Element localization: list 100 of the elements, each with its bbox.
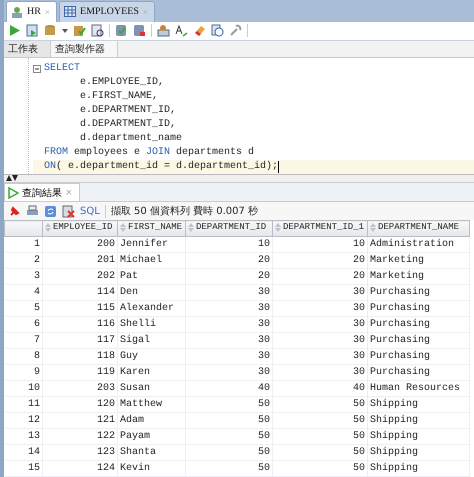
code-line: d.DEPARTMENT_ID, (79, 118, 178, 132)
row-number: 6 (4, 316, 42, 332)
table-cell: 50 (186, 460, 272, 476)
table-cell: Adam (118, 412, 186, 428)
table-cell: Payam (118, 428, 186, 444)
table-cell: Shanta (118, 444, 186, 460)
caret-icon[interactable] (62, 28, 68, 33)
pin-icon[interactable] (8, 204, 21, 218)
table-cell: 10 (272, 236, 368, 252)
table-cell: Guy (118, 348, 186, 364)
editor-tab[interactable]: HR × (6, 0, 57, 22)
tab-label: HR (27, 6, 41, 18)
user-grid-icon[interactable] (157, 24, 170, 38)
database-check-icon[interactable] (115, 24, 128, 38)
table-cell: 30 (186, 332, 272, 348)
table-cell: 20 (186, 252, 272, 268)
sort-icon (370, 222, 376, 232)
row-number: 14 (4, 444, 42, 460)
table-cell: Administration (368, 236, 470, 252)
table-cell: Shipping (368, 396, 470, 412)
table-cell: 121 (42, 412, 118, 428)
table-icon (64, 6, 76, 18)
table-cell: Purchasing (368, 316, 470, 332)
text-cursor (278, 160, 280, 173)
table-cell: 40 (272, 380, 368, 396)
database-icon[interactable] (44, 24, 57, 38)
printer-icon[interactable] (26, 204, 39, 218)
code-line: SELECT (33, 62, 474, 76)
sort-icon (275, 222, 281, 232)
table-cell: Human Resources (368, 380, 470, 396)
sql-link[interactable]: SQL (80, 206, 100, 216)
document-search-icon[interactable] (91, 24, 104, 38)
row-number: 10 (4, 380, 42, 396)
column-header[interactable]: DEPARTMENT_ID_1 (272, 220, 368, 236)
splitter-arrows-icon[interactable] (6, 175, 18, 182)
table-cell: Jennifer (118, 236, 186, 252)
wrench-icon[interactable] (229, 24, 242, 38)
corner-header (4, 220, 42, 236)
table-cell: Sigal (118, 332, 186, 348)
eraser-icon[interactable] (193, 24, 206, 38)
table-cell: Kevin (118, 460, 186, 476)
column-header[interactable]: FIRST_NAME (118, 220, 186, 236)
table-cell: Marketing (368, 252, 470, 268)
table-cell: 50 (272, 396, 368, 412)
column-header[interactable]: DEPARTMENT_ID (186, 220, 272, 236)
table-cell: 30 (272, 284, 368, 300)
editor-tab[interactable]: EMPLOYEES × (58, 0, 155, 22)
table-cell: Marketing (368, 268, 470, 284)
table-cell: 122 (42, 428, 118, 444)
column-header[interactable]: EMPLOYEE_ID (42, 220, 118, 236)
database-commit-icon[interactable] (73, 24, 86, 38)
table-cell: 30 (272, 348, 368, 364)
fetch-status: 擷取 50 個資料列 費時 0.007 秒 (110, 204, 258, 218)
script-icon[interactable] (26, 24, 39, 38)
table-cell: 30 (186, 316, 272, 332)
table-cell: Shipping (368, 460, 470, 476)
table-cell: Matthew (118, 396, 186, 412)
table-cell: 30 (186, 300, 272, 316)
code-line: d.department_name (79, 132, 184, 146)
table-cell: 50 (272, 444, 368, 460)
column-header[interactable]: DEPARTMENT_NAME (368, 220, 470, 236)
table-cell: Purchasing (368, 364, 470, 380)
table-cell: 20 (272, 268, 368, 284)
run-icon (8, 186, 19, 198)
table-cell: 50 (272, 412, 368, 428)
table-cell: 30 (272, 332, 368, 348)
row-number: 2 (4, 252, 42, 268)
database-delete-icon[interactable] (133, 24, 146, 38)
row-number: 12 (4, 412, 42, 428)
table-cell: 30 (272, 316, 368, 332)
table-cell: 30 (272, 364, 368, 380)
sheet-tab[interactable]: 查詢製作器 (51, 40, 118, 57)
row-number: 11 (4, 396, 42, 412)
table-cell: Purchasing (368, 348, 470, 364)
table-cell: 124 (42, 460, 118, 476)
table-cell: Pat (118, 268, 186, 284)
table-cell: 118 (42, 348, 118, 364)
code-line: e.EMPLOYEE_ID, (79, 76, 166, 90)
delete-icon[interactable] (62, 204, 75, 218)
table-cell: 50 (186, 428, 272, 444)
sheet-tab[interactable]: 工作表 (4, 40, 51, 57)
table-cell: Purchasing (368, 284, 470, 300)
table-cell: 117 (42, 332, 118, 348)
table-cell: Susan (118, 380, 186, 396)
table-cell: 30 (186, 364, 272, 380)
refresh-icon[interactable] (44, 204, 57, 218)
table-cell: Alexander (118, 300, 186, 316)
code-line: FROM employees e JOIN departments d (43, 146, 256, 160)
collapse-icon[interactable] (33, 64, 41, 73)
sort-icon (120, 222, 126, 232)
run-icon[interactable] (8, 24, 21, 38)
row-number: 15 (4, 460, 42, 476)
table-cell: 30 (272, 300, 368, 316)
text-case-icon[interactable] (175, 24, 188, 38)
table-cell: Karen (118, 364, 186, 380)
results-tab[interactable]: 查詢結果 × (4, 183, 80, 201)
table-cell: 116 (42, 316, 118, 332)
table-cell: 10 (186, 236, 272, 252)
table-cell: Purchasing (368, 300, 470, 316)
table-cell: Purchasing (368, 332, 470, 348)
